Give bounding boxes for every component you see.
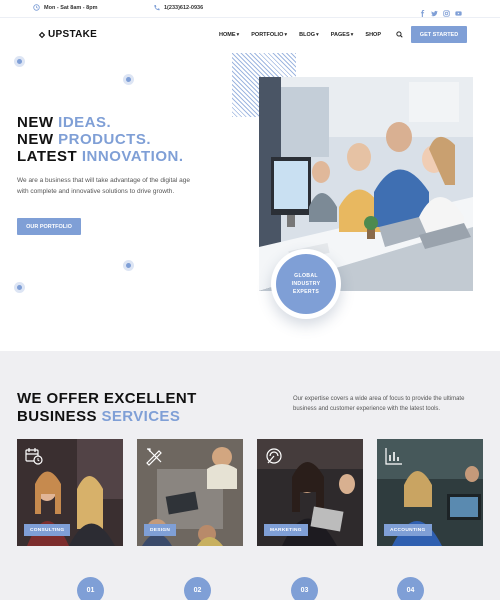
card-label: MARKETING (264, 524, 308, 536)
decorative-dot (14, 282, 25, 293)
decorative-dot (123, 74, 134, 85)
design-tools-icon (146, 448, 162, 466)
nav-portfolio[interactable]: PORTFOLIO ▾ (251, 32, 287, 38)
our-portfolio-button[interactable]: OUR PORTFOLIO (17, 218, 81, 235)
hero-description: We are a business that will take advanta… (17, 177, 190, 195)
logo-text: UPSTAKE (48, 29, 98, 40)
get-started-button[interactable]: GET STARTED (411, 26, 467, 43)
services-title: WE OFFER EXCELLENT BUSINESS SERVICES (17, 390, 197, 425)
step-number: 02 (184, 577, 211, 600)
chevron-down-icon: ▾ (236, 32, 240, 38)
facebook-icon[interactable] (419, 4, 426, 17)
hours-text: Mon - Sat 8am - 8pm (44, 4, 98, 11)
chevron-down-icon: ▾ (284, 32, 288, 38)
site-header: UPSTAKE HOME ▾ PORTFOLIO ▾ BLOG ▾ PAGES ▾ SH… (0, 18, 500, 52)
instagram-icon[interactable] (443, 4, 450, 17)
youtube-icon[interactable] (455, 4, 462, 16)
card-label: DESIGN (144, 524, 177, 536)
service-card-consulting[interactable]: CONSULTING (17, 439, 123, 546)
megaphone-icon (266, 448, 282, 464)
phone-text: 1(233)612-0936 (164, 4, 204, 11)
card-label: CONSULTING (24, 524, 71, 536)
decorative-dot (123, 260, 134, 271)
step-number: 01 (77, 577, 104, 600)
step-number: 03 (291, 577, 318, 600)
service-card-design[interactable]: DESIGN (137, 439, 243, 546)
services-description: Our expertise covers a wide area of focu… (293, 396, 465, 412)
logo[interactable]: UPSTAKE (38, 29, 97, 40)
search-icon[interactable] (396, 31, 403, 38)
global-experts-badge: GLOBAL INDUSTRY EXPERTS (271, 249, 341, 319)
phone-icon (154, 5, 160, 11)
calendar-clock-icon (25, 448, 43, 465)
social-links (419, 4, 462, 17)
services-section: WE OFFER EXCELLENT BUSINESS SERVICES Our… (0, 351, 500, 600)
logo-mark-icon (38, 31, 46, 38)
decorative-dot (14, 56, 25, 67)
card-label: ACCOUNTING (384, 524, 432, 536)
bar-chart-icon (385, 448, 402, 465)
hero-title: NEW IDEAS. NEW PRODUCTS. LATEST INNOVATI… (17, 114, 184, 165)
chevron-down-icon: ▾ (316, 32, 319, 38)
nav-shop[interactable]: SHOP (365, 32, 381, 38)
twitter-icon[interactable] (431, 4, 438, 17)
nav-home[interactable]: HOME ▾ (219, 32, 239, 38)
phone-info[interactable]: 1(233)612-0936 (153, 4, 203, 11)
service-card-accounting[interactable]: ACCOUNTING (377, 439, 483, 546)
step-number: 04 (397, 577, 424, 600)
service-card-marketing[interactable]: MARKETING (257, 439, 363, 546)
nav-blog[interactable]: BLOG ▾ (299, 32, 319, 38)
clock-icon (33, 4, 40, 11)
hours-info: Mon - Sat 8am - 8pm (33, 4, 97, 11)
main-nav: HOME ▾ PORTFOLIO ▾ BLOG ▾ PAGES ▾ SHOP (219, 32, 381, 38)
nav-pages[interactable]: PAGES ▾ (331, 32, 354, 38)
chevron-down-icon: ▾ (350, 32, 354, 38)
top-bar: Mon - Sat 8am - 8pm 1(233)612-0936 (0, 0, 500, 18)
